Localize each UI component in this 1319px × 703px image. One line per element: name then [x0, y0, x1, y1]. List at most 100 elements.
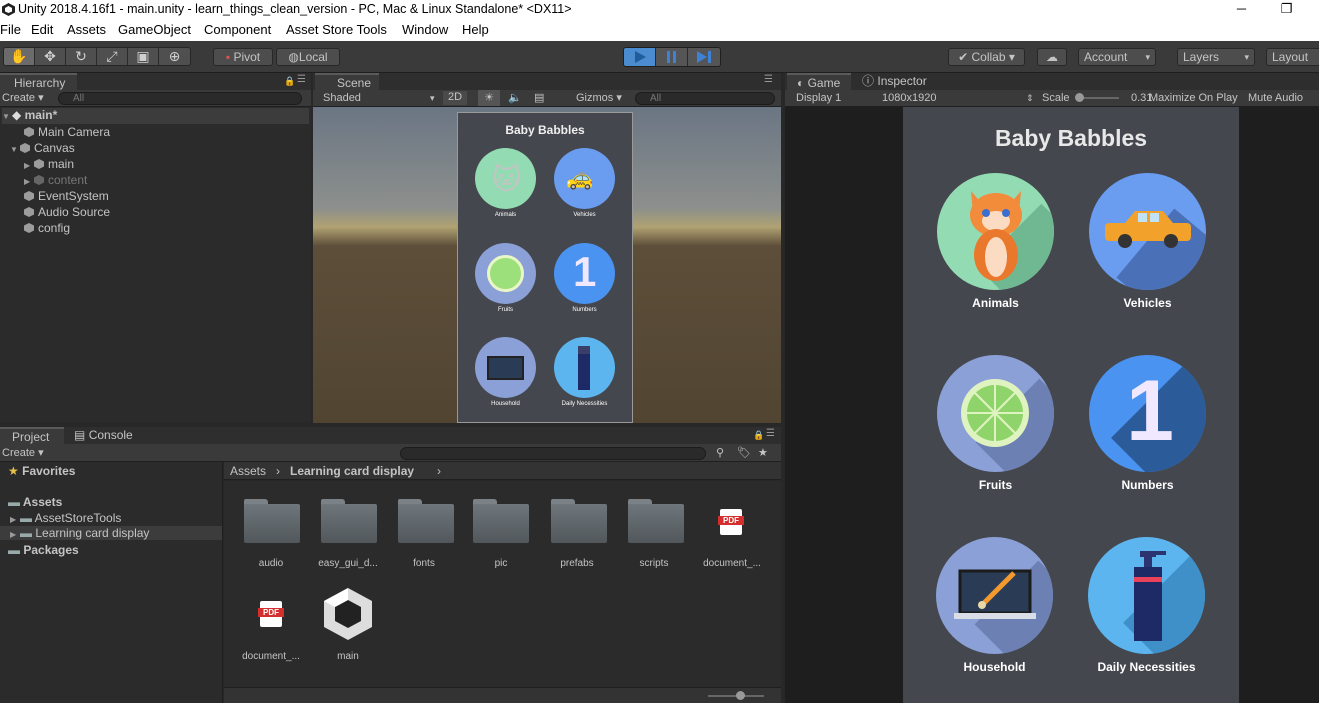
play-button[interactable] — [624, 48, 656, 66]
scene-search-input[interactable]: All — [635, 92, 775, 105]
transform-tool-icon[interactable]: ⊕ — [159, 48, 190, 65]
pivot-toggle[interactable]: ▪ Pivot — [213, 48, 273, 66]
folder-icon[interactable] — [628, 499, 684, 543]
bottle-icon — [1134, 551, 1166, 641]
card-fruits[interactable] — [937, 355, 1054, 472]
breadcrumb-assets[interactable]: Assets — [230, 463, 266, 480]
project-panel-menu-icon[interactable]: ☰ — [766, 428, 775, 439]
icon-size-slider-handle[interactable] — [736, 691, 745, 700]
move-tool-icon[interactable]: ✥ — [35, 48, 66, 65]
hand-tool-icon[interactable]: ✋ — [4, 48, 35, 65]
hierarchy-search-input[interactable]: All — [58, 92, 302, 105]
tab-hierarchy[interactable]: Hierarchy — [0, 73, 77, 90]
maximize-on-play-toggle[interactable]: Maximize On Play — [1149, 90, 1238, 106]
scene-panel-menu-icon[interactable]: ☰ — [764, 74, 773, 85]
resolution-dropdown[interactable]: 1080x1920 — [882, 90, 936, 106]
restore-button[interactable]: ❐ — [1264, 0, 1309, 20]
shading-dropdown[interactable]: Shaded — [323, 90, 361, 106]
assets-item[interactable]: ▬ Assets — [8, 495, 62, 509]
gizmos-dropdown[interactable]: Gizmos ▾ — [576, 90, 622, 106]
tab-console[interactable]: ▤ Console — [68, 427, 142, 444]
2d-toggle[interactable]: 2D — [443, 91, 467, 105]
expand-arrow-icon: ▼ — [10, 145, 18, 154]
game-screen[interactable]: Baby Babbles Animals Vehicles Fruits 1 N… — [903, 107, 1239, 703]
effects-toggle-icon[interactable]: ▤ — [534, 90, 544, 106]
item-label: config — [38, 221, 71, 235]
packages-item[interactable]: ▬ Packages — [8, 543, 79, 557]
step-button[interactable] — [688, 48, 720, 66]
hierarchy-item-main[interactable]: ▶ main — [24, 157, 74, 171]
menu-assets[interactable]: Assets — [67, 22, 106, 37]
menu-help[interactable]: Help — [462, 22, 489, 37]
menu-component[interactable]: Component — [204, 22, 271, 37]
folder-icon[interactable] — [551, 499, 607, 543]
card-daily-necessities[interactable] — [1088, 537, 1205, 654]
scene-viewport[interactable]: Baby Babbles 🐱 Animals 🚕 Vehicles Fruits… — [313, 107, 781, 423]
project-search-input[interactable] — [400, 447, 706, 460]
app-title: Baby Babbles — [994, 125, 1148, 151]
pause-button[interactable] — [656, 48, 688, 66]
layout-dropdown[interactable]: Layout — [1266, 48, 1319, 66]
filter-by-label-icon[interactable]: 🏷 — [737, 445, 751, 461]
tab-game[interactable]: ◐ Game — [787, 73, 851, 90]
hierarchy-item-audio-source[interactable]: Audio Source — [24, 205, 110, 219]
menu-edit[interactable]: Edit — [31, 22, 53, 37]
game-tab-label: Game — [807, 76, 841, 90]
layers-dropdown[interactable]: Layers ▾ — [1177, 48, 1255, 66]
folder-icon[interactable] — [244, 499, 300, 543]
card-numbers[interactable]: 1 — [1089, 355, 1206, 472]
pdf-file-icon[interactable]: PDF — [718, 509, 744, 535]
lighting-toggle-icon[interactable]: ☀ — [478, 90, 500, 106]
project-create-button[interactable]: Create ▾ — [2, 445, 44, 461]
folder-icon[interactable] — [321, 499, 377, 543]
menu-asset-store-tools[interactable]: Asset Store Tools — [286, 22, 387, 37]
hierarchy-item-config[interactable]: config — [24, 221, 70, 235]
menu-window[interactable]: Window — [402, 22, 448, 37]
minimize-button[interactable]: ─ — [1219, 0, 1264, 20]
tab-project[interactable]: Project — [0, 427, 64, 444]
favorites-item[interactable]: ★ Favorites — [8, 464, 75, 478]
menu-gameobject[interactable]: GameObject — [118, 22, 191, 37]
cloud-button[interactable]: ☁ — [1037, 48, 1067, 66]
menu-file[interactable]: File — [0, 22, 21, 37]
favorite-star-icon[interactable]: ★ — [758, 445, 768, 461]
panel-menu-icon[interactable]: ☰ — [297, 74, 306, 85]
hierarchy-item-eventsystem[interactable]: EventSystem — [24, 189, 109, 203]
tab-inspector[interactable]: ⓘ Inspector — [852, 73, 942, 90]
console-tab-label: Console — [88, 428, 133, 442]
local-toggle[interactable]: ◍Local — [276, 48, 340, 66]
hierarchy-item-canvas[interactable]: ▼ Canvas — [10, 141, 75, 155]
folder-icon[interactable] — [473, 499, 529, 543]
project-lock-icon[interactable]: 🔒 — [753, 430, 764, 441]
asset-label-easy-gui: easy_gui_d... — [318, 558, 378, 569]
gameobject-icon — [20, 143, 30, 153]
unity-scene-file-icon[interactable] — [320, 586, 376, 642]
expand-arrow-icon: ▼ — [2, 112, 10, 121]
audio-toggle-icon[interactable]: 🔈 — [508, 90, 522, 106]
breadcrumb-current[interactable]: Learning card display — [290, 463, 414, 480]
card-animals[interactable] — [937, 173, 1054, 290]
account-dropdown[interactable]: Account ▾ — [1078, 48, 1156, 66]
folder-icon: ▬ — [8, 543, 20, 557]
lock-icon[interactable]: 🔒 — [284, 76, 295, 87]
assetstoretools-item[interactable]: ▶ ▬ AssetStoreTools — [10, 511, 121, 525]
pdf-file-icon[interactable]: PDF — [258, 601, 284, 627]
scene-row[interactable]: ▼ ◆ main* — [2, 108, 309, 124]
scale-slider-handle[interactable] — [1075, 93, 1084, 102]
card-household[interactable] — [936, 537, 1053, 654]
hierarchy-item-main-camera[interactable]: Main Camera — [24, 125, 110, 139]
display-dropdown[interactable]: Display 1 — [796, 90, 841, 106]
rotate-tool-icon[interactable]: ↻ — [66, 48, 97, 65]
card-vehicles[interactable] — [1089, 173, 1206, 290]
folder-icon[interactable] — [398, 499, 454, 543]
mute-audio-toggle[interactable]: Mute Audio — [1248, 90, 1303, 106]
tab-scene[interactable]: Scene — [315, 73, 379, 90]
collab-check-icon: ✔ — [958, 50, 969, 64]
collab-button[interactable]: ✔ Collab ▾ — [948, 48, 1025, 66]
scale-tool-icon[interactable]: ⤢ — [97, 48, 128, 65]
hierarchy-create-button[interactable]: Create ▾ — [2, 90, 44, 106]
filter-by-type-icon[interactable]: ⚲ — [716, 445, 724, 461]
hierarchy-item-content[interactable]: ▶ content — [24, 173, 87, 187]
rect-tool-icon[interactable]: ▣ — [128, 48, 159, 65]
learning-card-display-item[interactable]: ▶ ▬ Learning card display — [0, 526, 222, 540]
